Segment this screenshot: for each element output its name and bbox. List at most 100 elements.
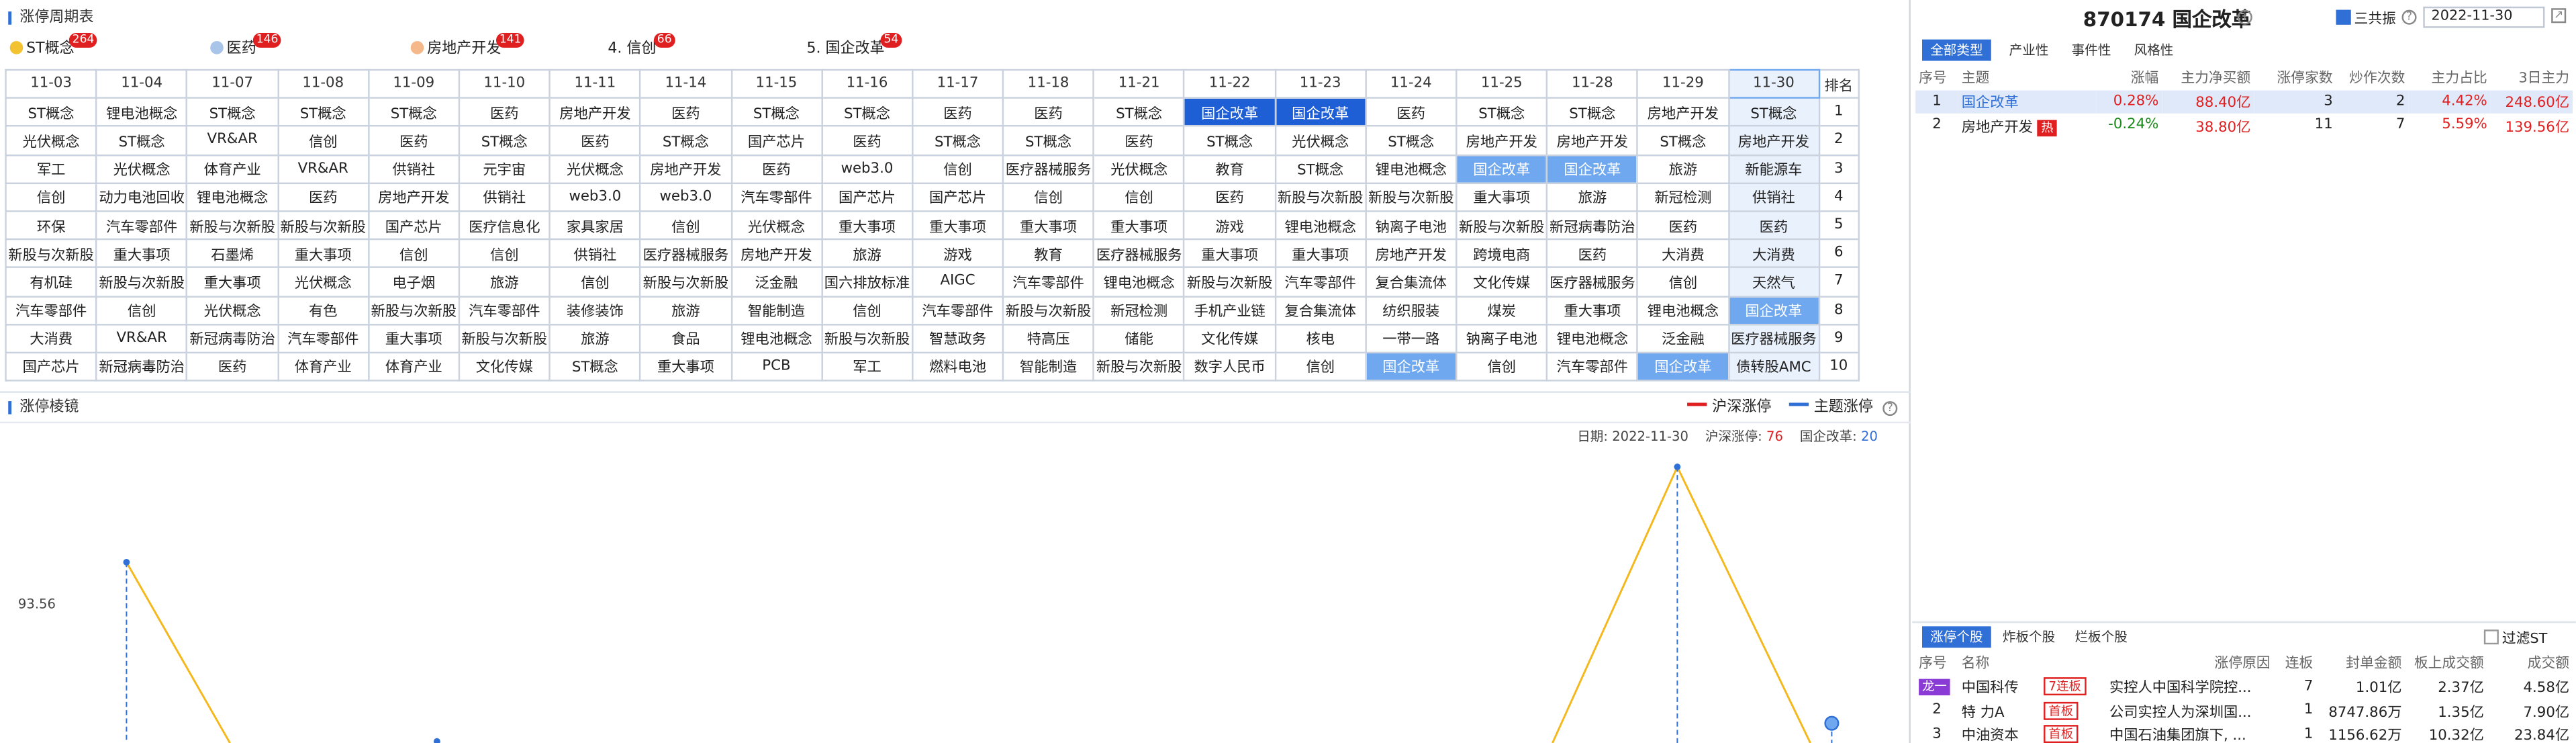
topic-cell[interactable]: 国产芯片 [5, 351, 97, 382]
topic-cell[interactable]: 国企改革 [1727, 295, 1820, 325]
topic-cell[interactable]: 光伏概念 [186, 295, 279, 325]
topic-cell[interactable]: 动力电池回收 [95, 181, 188, 212]
topic-cell[interactable]: ST概念 [367, 97, 461, 128]
topic-cell[interactable]: PCB [730, 351, 823, 382]
topic-cell[interactable]: 国企改革 [1637, 351, 1729, 382]
topic-cell[interactable]: 医药 [1546, 238, 1639, 269]
topic-cell[interactable]: VR&AR [95, 323, 188, 353]
topic-cell[interactable]: web3.0 [820, 153, 914, 184]
topic-tab-5[interactable]: 5. 国企改革 54 [806, 32, 902, 62]
topic-cell[interactable]: 新股与次新股 [1092, 351, 1186, 382]
topic-cell[interactable]: web3.0 [548, 181, 642, 212]
topic-cell[interactable]: 有机硅 [5, 267, 97, 297]
topic-cell[interactable]: ST概念 [1183, 125, 1276, 156]
topic-cell[interactable]: 文化传媒 [1183, 323, 1276, 353]
topic-cell[interactable]: 重大事项 [911, 210, 1004, 241]
topic-cell[interactable]: 一带一路 [1364, 323, 1458, 353]
filter-st-checkbox[interactable]: 过滤ST [2483, 628, 2547, 648]
topic-cell[interactable]: 医药 [1183, 181, 1276, 212]
topic-cell[interactable]: ST概念 [95, 125, 188, 156]
topic-cell[interactable]: 医药 [186, 351, 279, 382]
topic-cell[interactable]: 新股与次新股 [458, 323, 551, 353]
topic-cell[interactable]: 体育产业 [277, 351, 369, 382]
topic-cell[interactable]: 国企改革 [1456, 153, 1548, 184]
topic-cell[interactable]: 医药 [1002, 97, 1095, 128]
stock-row[interactable]: 3 中油资本 首板 中国石油集团旗下, ... 1 1156.62万 10.32… [1915, 722, 2573, 743]
topic-cell[interactable]: 汽车零部件 [95, 210, 188, 241]
topic-cell[interactable]: 房地产开发 [1727, 125, 1820, 156]
resonance-checkbox[interactable]: 三共振 [2336, 8, 2396, 28]
topic-cell[interactable]: 纺织服装 [1364, 295, 1458, 325]
checkbox-unchecked-icon[interactable] [2483, 629, 2499, 645]
topic-cell[interactable]: 信创 [277, 125, 369, 156]
topic-cell[interactable]: 房地产开发 [1456, 125, 1548, 156]
topic-cell[interactable]: 泛金融 [730, 267, 823, 297]
topic-cell[interactable]: 房地产开发 [548, 97, 642, 128]
topic-cell[interactable]: ST概念 [639, 125, 732, 156]
topic-cell[interactable]: 重大事项 [367, 323, 461, 353]
checkbox-checked-icon[interactable] [2336, 9, 2351, 25]
topic-cell[interactable]: ST概念 [1456, 97, 1548, 128]
topic-cell[interactable]: 供销社 [367, 153, 461, 184]
topic-cell[interactable]: 重大事项 [820, 210, 914, 241]
topic-cell[interactable]: 医药 [548, 125, 642, 156]
topic-cell[interactable]: ST概念 [1727, 97, 1820, 128]
topic-cell[interactable]: 信创 [820, 295, 914, 325]
topic-cell[interactable]: VR&AR [186, 125, 279, 156]
topic-cell[interactable]: 旅游 [548, 323, 642, 353]
open-external-icon[interactable]: ↗ [2551, 8, 2567, 24]
topic-cell[interactable]: 新冠检测 [1637, 181, 1729, 212]
topic-cell[interactable]: 旅游 [1637, 153, 1729, 184]
topic-cell[interactable]: 信创 [911, 153, 1004, 184]
topic-cell[interactable]: 光伏概念 [95, 153, 188, 184]
topic-cell[interactable]: 重大事项 [1183, 238, 1276, 269]
topic-cell[interactable]: 光伏概念 [548, 153, 642, 184]
tab-all-types[interactable]: 全部类型 [1921, 39, 1991, 61]
topic-cell[interactable]: 重大事项 [186, 267, 279, 297]
topic-cell[interactable]: 汽车零部件 [730, 181, 823, 212]
topic-cell[interactable]: 新股与次新股 [820, 323, 914, 353]
topic-tab-4[interactable]: 4. 信创 66 [608, 32, 675, 62]
topic-cell[interactable]: 文化传媒 [458, 351, 551, 382]
topic-cell[interactable]: 汽车零部件 [277, 323, 369, 353]
topic-cell[interactable]: 特高压 [1002, 323, 1095, 353]
topic-tab-2[interactable]: 医药 146 [210, 32, 282, 62]
topic-cell[interactable]: 电子烟 [367, 267, 461, 297]
topic-cell[interactable]: 新股与次新股 [5, 238, 97, 269]
topic-cell[interactable]: 家具家居 [548, 210, 642, 241]
topic-cell[interactable]: 食品 [639, 323, 732, 353]
topic-cell[interactable]: 医药 [730, 153, 823, 184]
topic-cell[interactable]: 新股与次新股 [277, 210, 369, 241]
topic-cell[interactable]: ST概念 [1546, 97, 1639, 128]
topic-cell[interactable]: 新冠病毒防治 [95, 351, 188, 382]
topic-cell[interactable]: 医疗器械服务 [1002, 153, 1095, 184]
topic-cell[interactable]: 医药 [820, 125, 914, 156]
topic-tab-1[interactable]: ST概念 264 [9, 32, 98, 62]
topic-cell[interactable]: 石墨烯 [186, 238, 279, 269]
topic-cell[interactable]: 房地产开发 [1546, 125, 1639, 156]
topic-cell[interactable]: 锂电池概念 [1092, 267, 1186, 297]
topic-cell[interactable]: 文化传媒 [1456, 267, 1548, 297]
topic-cell[interactable]: 复合集流体 [1364, 267, 1458, 297]
topic-row[interactable]: 1 国企改革 0.28% 88.40亿 3 2 4.42% 248.60亿 [1915, 89, 2573, 114]
topic-cell[interactable]: 数字人民币 [1183, 351, 1276, 382]
topic-cell[interactable]: 游戏 [911, 238, 1004, 269]
topic-cell[interactable]: 信创 [1002, 181, 1095, 212]
topic-cell[interactable]: 医药 [639, 97, 732, 128]
topic-cell[interactable]: 信创 [5, 181, 97, 212]
topic-tab-3[interactable]: 房地产开发 141 [410, 32, 525, 62]
topic-cell[interactable]: 房地产开发 [1637, 97, 1729, 128]
topic-cell[interactable]: 医药 [1364, 97, 1458, 128]
topic-cell[interactable]: web3.0 [639, 181, 732, 212]
topic-cell[interactable]: 新股与次新股 [1274, 181, 1367, 212]
topic-cell[interactable]: 信创 [1092, 181, 1186, 212]
topic-cell[interactable]: 供销社 [458, 181, 551, 212]
tab-limit-up-stocks[interactable]: 涨停个股 [1921, 626, 1991, 648]
topic-cell[interactable]: 重大事项 [277, 238, 369, 269]
topic-cell[interactable]: 大消费 [5, 323, 97, 353]
topic-cell[interactable]: 锂电池概念 [186, 181, 279, 212]
topic-cell[interactable]: 供销社 [1727, 181, 1820, 212]
topic-cell[interactable]: 国企改革 [1183, 97, 1276, 128]
topic-cell[interactable]: 国企改革 [1546, 153, 1639, 184]
topic-cell[interactable]: 新股与次新股 [639, 267, 732, 297]
